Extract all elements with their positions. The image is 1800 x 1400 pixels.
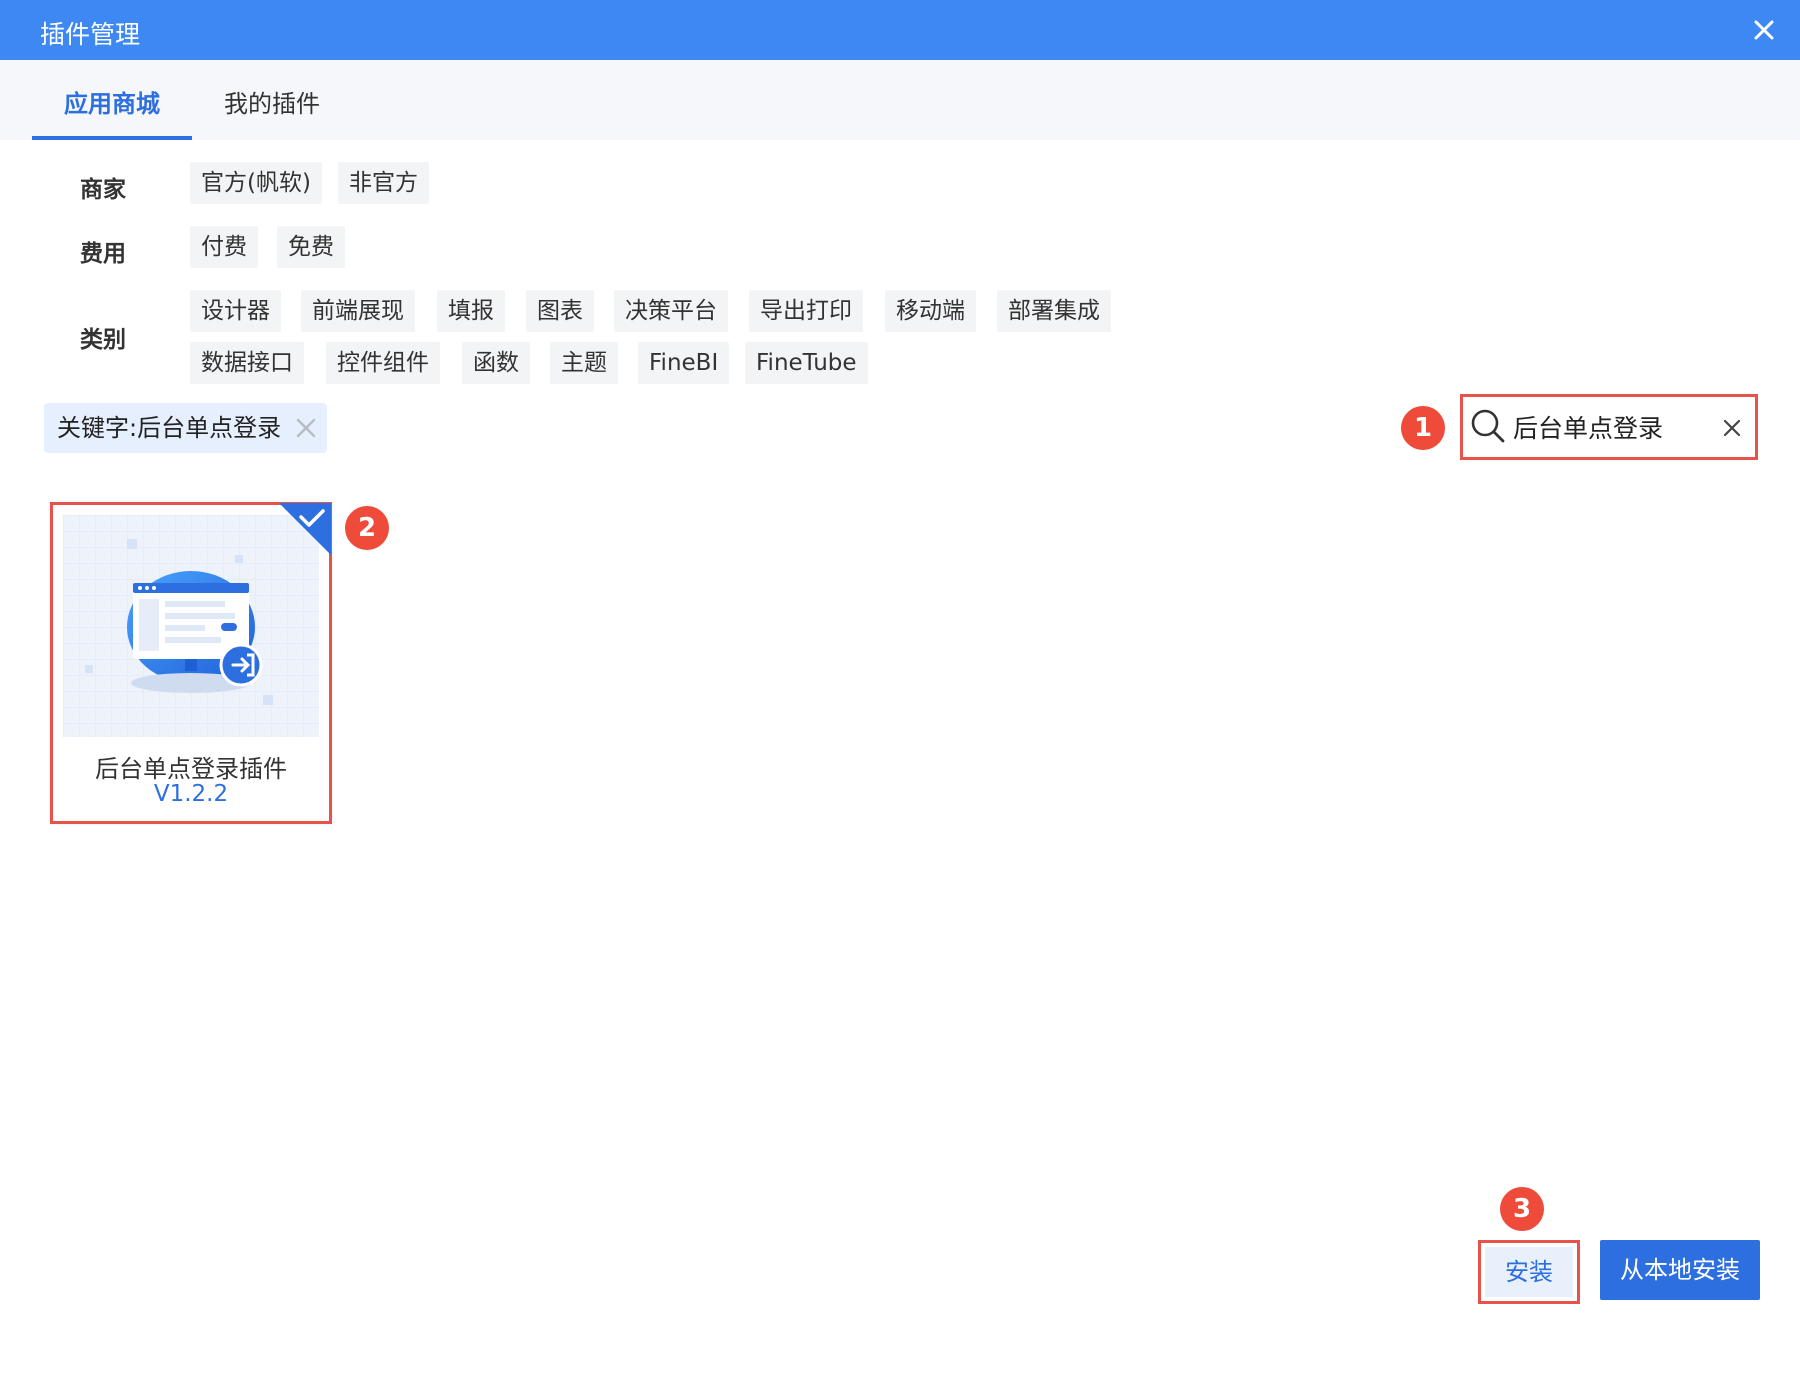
callout-badge-2: 2 (345, 506, 389, 550)
category-chip-chart[interactable]: 图表 (526, 290, 594, 332)
category-chip-finetube[interactable]: FineTube (745, 342, 868, 384)
category-chip-export-print[interactable]: 导出打印 (749, 290, 863, 332)
tab-bar: 应用商城 我的插件 (0, 60, 1800, 140)
category-chip-deployment[interactable]: 部署集成 (997, 290, 1111, 332)
window-titlebar: 插件管理 (0, 0, 1800, 60)
active-tab-indicator (32, 136, 192, 140)
filter-chip-paid[interactable]: 付费 (190, 226, 258, 268)
filter-label-category: 类别 (80, 327, 126, 353)
category-chip-decision-platform[interactable]: 决策平台 (614, 290, 728, 332)
keyword-filter-tag: 关键字:后台单点登录 (44, 403, 328, 453)
category-chip-mobile[interactable]: 移动端 (885, 290, 976, 332)
close-icon[interactable] (1748, 14, 1780, 46)
callout-badge-1: 1 (1401, 406, 1445, 450)
install-from-local-button[interactable]: 从本地安装 (1600, 1240, 1760, 1300)
keyword-tag-text: 关键字:后台单点登录 (57, 414, 282, 442)
plugin-search-box[interactable] (1460, 394, 1758, 460)
filter-chip-free[interactable]: 免费 (277, 226, 345, 268)
window-title: 插件管理 (40, 20, 141, 49)
tab-app-store[interactable]: 应用商城 (64, 84, 160, 119)
filter-label-fee: 费用 (80, 241, 126, 267)
category-chip-fill-report[interactable]: 填报 (437, 290, 505, 332)
category-chip-finebi[interactable]: FineBI (638, 342, 730, 384)
plugin-card[interactable]: 后台单点登录插件 V1.2.2 (50, 502, 332, 824)
remove-tag-icon[interactable] (295, 417, 317, 439)
install-button[interactable]: 安装 (1478, 1240, 1580, 1304)
plugin-name: 后台单点登录插件 (95, 755, 287, 783)
category-chip-data-interface[interactable]: 数据接口 (190, 342, 304, 384)
filter-chip-unofficial[interactable]: 非官方 (338, 162, 429, 204)
category-chip-functions[interactable]: 函数 (462, 342, 530, 384)
selected-check-icon (279, 503, 331, 555)
clear-search-icon[interactable] (1721, 417, 1743, 439)
search-input[interactable] (1513, 407, 1713, 447)
tab-my-plugins[interactable]: 我的插件 (224, 84, 320, 119)
category-chip-widgets[interactable]: 控件组件 (326, 342, 440, 384)
plugin-version: V1.2.2 (153, 781, 229, 807)
callout-badge-3: 3 (1500, 1187, 1544, 1231)
category-chip-theme[interactable]: 主题 (550, 342, 618, 384)
filter-chip-official[interactable]: 官方(帆软) (190, 162, 322, 204)
search-icon (1471, 409, 1505, 443)
category-chip-frontend[interactable]: 前端展现 (301, 290, 415, 332)
install-button-label: 安装 (1485, 1247, 1573, 1297)
filter-label-vendor: 商家 (80, 177, 126, 203)
category-chip-designer[interactable]: 设计器 (190, 290, 281, 332)
